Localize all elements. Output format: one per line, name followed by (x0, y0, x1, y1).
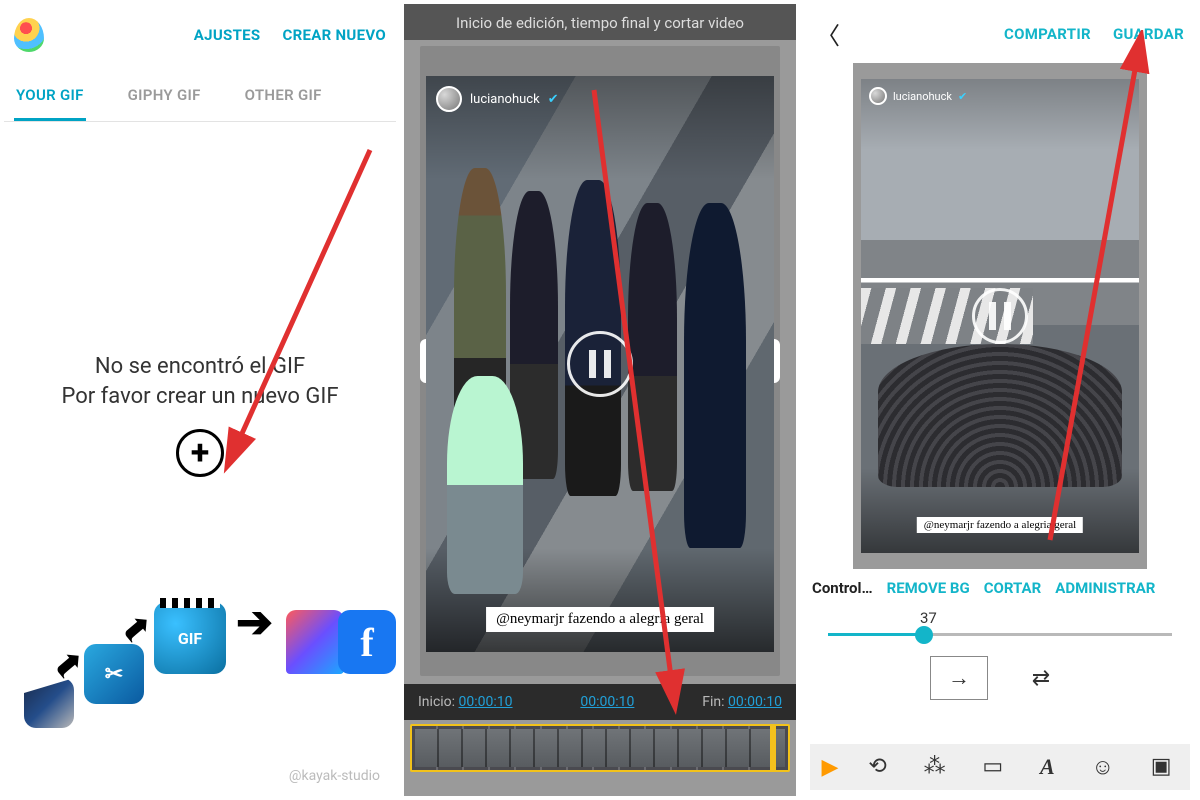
story-frame: lucianohuck ✔ @neymarjr fazendo a alegri… (426, 76, 774, 652)
story-username: lucianohuck (893, 90, 952, 103)
pause-bar-icon (1004, 302, 1011, 330)
credit-label: @kayak-studio (289, 768, 380, 784)
arrow-right-icon: → (948, 665, 970, 691)
direction-buttons: → ⇄ (804, 656, 1196, 700)
cut-button[interactable]: CORTAR (984, 579, 1042, 597)
story-frame: lucianohuck ✔ @neymarjr fazendo a alegri… (861, 79, 1139, 553)
slider-fill (828, 633, 924, 636)
text-tool-icon[interactable]: A (1040, 754, 1055, 780)
trim-start-label: Inicio: (418, 694, 455, 710)
emoji-tool-icon[interactable]: ☺ (1092, 754, 1114, 780)
edit-tools: ⟲ ⁂ ▭ A ☺ ▣ (850, 754, 1190, 780)
story-caption: @neymarjr fazendo a alegria geral (486, 607, 714, 632)
person-figure (684, 203, 747, 549)
app-logo-icon (14, 18, 44, 52)
pause-bar-icon (589, 350, 596, 378)
speed-slider-wrap: 37 (804, 603, 1196, 636)
crowd-graphic (878, 344, 1123, 486)
tab-your-gif[interactable]: YOUR GIF (14, 76, 86, 121)
panel1-header: AJUSTES CREAR NUEVO (4, 4, 396, 56)
empty-state: No se encontró el GIF Por favor crear un… (4, 352, 396, 477)
story-caption: @neymarjr fazendo a alegria geral (917, 517, 1083, 533)
back-button[interactable]: 〈 (816, 16, 840, 51)
image-tool-icon[interactable]: ▣ (1151, 754, 1172, 780)
gallery-icon (286, 610, 344, 674)
loop-icon: ⇄ (1032, 666, 1050, 691)
plus-icon: + (191, 433, 210, 473)
trim-time-bar: Inicio: 00:00:10 00:00:10 Fin: 00:00:10 (404, 684, 796, 720)
editor-hint: Inicio de edición, tiempo final y cortar… (404, 4, 796, 40)
share-button[interactable]: COMPARTIR (1004, 25, 1091, 43)
edit-actions-row: Control… REMOVE BG CORTAR ADMINISTRAR (804, 569, 1196, 603)
workflow-illustration: ➦ ✂ ➦ GIF ➔ f (14, 588, 386, 728)
video-timeline[interactable] (410, 724, 790, 772)
control-label: Control… (812, 579, 873, 597)
story-header: lucianohuck ✔ (869, 87, 967, 105)
facebook-icon: f (338, 610, 396, 674)
tab-giphy-gif[interactable]: GIPHY GIF (126, 76, 203, 121)
scissors-icon: ✂ (84, 644, 144, 704)
empty-message-line2: Por favor crear un nuevo GIF (61, 382, 338, 412)
create-new-link[interactable]: CREAR NUEVO (282, 26, 386, 44)
panel1-header-actions: AJUSTES CREAR NUEVO (194, 26, 386, 44)
tab-other-gif[interactable]: OTHER GIF (243, 76, 324, 121)
trim-start: Inicio: 00:00:10 (418, 694, 513, 710)
avatar (436, 86, 462, 112)
story-username: lucianohuck (470, 92, 540, 107)
person-figure (447, 376, 524, 595)
chevron-left-icon: 〈 (816, 22, 840, 50)
arrow-right-icon: ➔ (236, 596, 273, 648)
crop-tool-icon[interactable]: ▭ (982, 754, 1003, 780)
slider-knob[interactable] (915, 626, 933, 644)
gif-icon: GIF (154, 602, 226, 674)
clapper-icon (24, 678, 74, 728)
verified-icon: ✔ (548, 92, 559, 107)
pause-bar-icon (604, 350, 611, 378)
panel-video-trim: Inicio de edición, tiempo final y cortar… (400, 0, 800, 800)
timer-tool-icon[interactable]: ⟲ (868, 754, 886, 780)
pause-button[interactable] (972, 288, 1028, 344)
verified-icon: ✔ (958, 90, 967, 103)
person-figure (628, 203, 677, 491)
slider-value: 37 (828, 609, 1172, 627)
save-button[interactable]: GUARDAR (1113, 25, 1184, 43)
pause-button[interactable] (567, 331, 633, 397)
pause-bar-icon (989, 302, 996, 330)
trim-end-label: Fin: (702, 694, 724, 710)
play-button[interactable]: ▶ (810, 755, 850, 780)
empty-message-line1: No se encontró el GIF (95, 352, 305, 382)
timeline-cursor[interactable] (770, 724, 776, 772)
result-preview[interactable]: lucianohuck ✔ @neymarjr fazendo a alegri… (853, 63, 1147, 569)
trim-current-value: 00:00:10 (580, 694, 634, 710)
trim-end: Fin: 00:00:10 (702, 694, 782, 710)
trim-end-value[interactable]: 00:00:10 (728, 694, 782, 710)
panel-save: 〈 COMPARTIR GUARDAR lucianohuck ✔ @neyma… (800, 0, 1200, 800)
gif-source-tabs: YOUR GIF GIPHY GIF OTHER GIF (4, 56, 396, 122)
panel3-header-actions: COMPARTIR GUARDAR (1004, 25, 1184, 43)
bottom-toolbar: ▶ ⟲ ⁂ ▭ A ☺ ▣ (810, 744, 1190, 790)
magic-tool-icon[interactable]: ⁂ (924, 754, 946, 780)
settings-link[interactable]: AJUSTES (194, 26, 261, 44)
avatar (869, 87, 887, 105)
loop-button[interactable]: ⇄ (1012, 656, 1070, 700)
video-preview[interactable]: lucianohuck ✔ @neymarjr fazendo a alegri… (420, 46, 780, 676)
forward-button[interactable]: → (930, 656, 988, 700)
play-icon: ▶ (822, 755, 839, 780)
panel-your-gif: AJUSTES CREAR NUEVO YOUR GIF GIPHY GIF O… (0, 0, 400, 800)
add-gif-button[interactable]: + (176, 429, 224, 477)
trim-start-value[interactable]: 00:00:10 (459, 694, 513, 710)
remove-bg-button[interactable]: REMOVE BG (887, 579, 970, 597)
panel3-header: 〈 COMPARTIR GUARDAR (804, 4, 1196, 57)
manage-button[interactable]: ADMINISTRAR (1055, 579, 1155, 597)
story-header: lucianohuck ✔ (436, 86, 559, 112)
speed-slider[interactable] (828, 633, 1172, 636)
